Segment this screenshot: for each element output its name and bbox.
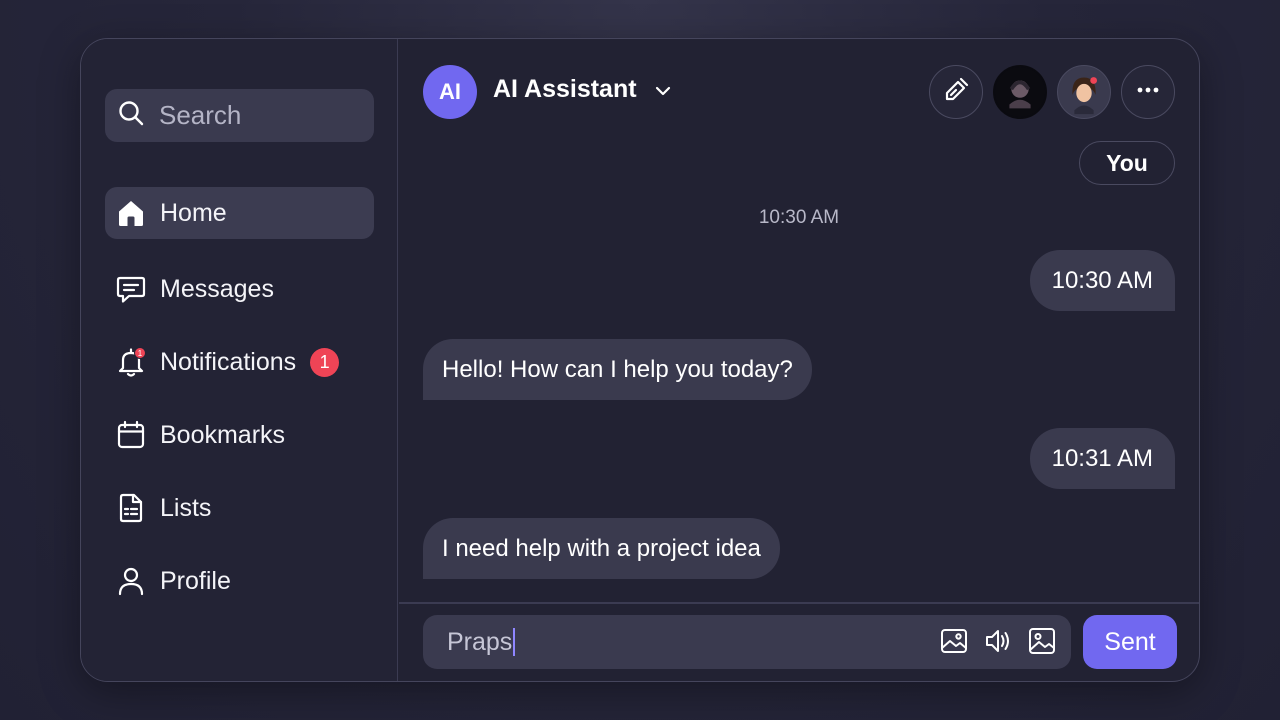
message-bubble-received: Hello! How can I help you today?: [423, 339, 812, 400]
avatar: [1058, 66, 1110, 118]
sidebar-item-messages[interactable]: Messages: [105, 263, 374, 315]
text-caret: [513, 628, 516, 656]
message-bubble-received: I need help with a project idea: [423, 518, 780, 579]
app-window: Search Home Messages 1 Notifications 1 B…: [80, 38, 1200, 682]
sidebar-item-label: Lists: [160, 493, 212, 522]
avatar: [994, 66, 1046, 118]
list-document-icon: [114, 491, 148, 525]
more-button[interactable]: [1121, 65, 1175, 119]
participant-avatar-dark[interactable]: [993, 65, 1047, 119]
message-icon: [114, 272, 148, 306]
chat-panel: AI AI Assistant You 10:30 AM 10:30 AM He…: [399, 39, 1199, 681]
home-icon: [114, 196, 148, 230]
sidebar-item-bookmarks[interactable]: Bookmarks: [105, 409, 374, 461]
chat-timestamp: 10:30 AM: [758, 207, 840, 228]
sidebar-item-lists[interactable]: Lists: [105, 482, 374, 534]
sidebar-item-home[interactable]: Home: [105, 187, 374, 239]
sidebar-item-label: Home: [160, 198, 227, 227]
bell-icon: 1: [114, 345, 148, 379]
sidebar-item-label: Messages: [160, 274, 274, 303]
divider: [399, 602, 1199, 604]
search-input[interactable]: Search: [105, 89, 374, 142]
message-input[interactable]: Praps: [423, 615, 1071, 669]
edit-icon: [943, 77, 969, 108]
sidebar-item-label: Profile: [160, 566, 231, 595]
sidebar-item-profile[interactable]: Profile: [105, 555, 374, 607]
chevron-down-icon[interactable]: [653, 81, 673, 101]
sidebar-item-label: Bookmarks: [160, 420, 286, 449]
edit-button[interactable]: [929, 65, 983, 119]
send-button[interactable]: Sent: [1083, 615, 1177, 669]
sidebar: Search Home Messages 1 Notifications 1 B…: [81, 39, 398, 681]
composer-tools: [939, 626, 1057, 661]
notification-badge: 1: [310, 347, 340, 377]
participant-avatar-woman[interactable]: [1057, 65, 1111, 119]
sidebar-item-notifications[interactable]: 1 Notifications 1: [105, 336, 374, 388]
image-icon[interactable]: [939, 626, 969, 661]
chat-title[interactable]: AI Assistant: [493, 75, 637, 104]
bell-icon-badge: 1: [134, 347, 146, 359]
message-bubble-sent: 10:30 AM: [1029, 250, 1175, 311]
image-icon[interactable]: [1027, 626, 1057, 661]
message-bubble-sent: 10:31 AM: [1029, 428, 1175, 489]
message-input-value: Praps: [447, 627, 513, 656]
assistant-avatar: AI: [423, 65, 477, 119]
search-icon: [117, 99, 145, 132]
sidebar-item-label: Notifications: [160, 347, 297, 376]
you-label: You: [1079, 141, 1175, 185]
calendar-icon: [114, 418, 148, 452]
user-icon: [114, 564, 148, 598]
more-icon: [1135, 77, 1161, 108]
speaker-icon[interactable]: [983, 626, 1013, 661]
search-placeholder: Search: [159, 100, 242, 130]
